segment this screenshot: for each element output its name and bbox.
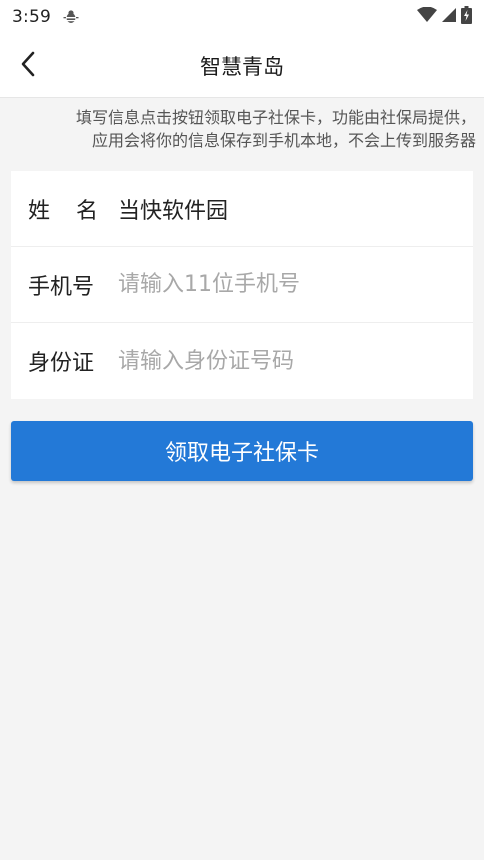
chevron-left-icon bbox=[20, 51, 36, 81]
form-card: 姓 名 手机号 身份证 bbox=[11, 171, 473, 399]
cellular-signal-icon bbox=[441, 7, 457, 27]
phone-input[interactable] bbox=[116, 264, 473, 305]
name-label-char-1: 姓 bbox=[28, 198, 51, 224]
app-bar: 智慧青岛 bbox=[0, 34, 484, 98]
form-row-name: 姓 名 bbox=[11, 171, 473, 247]
page-title: 智慧青岛 bbox=[200, 54, 284, 79]
get-social-security-card-button[interactable]: 领取电子社保卡 bbox=[11, 421, 473, 481]
status-time: 3:59 bbox=[12, 7, 51, 27]
id-card-label: 身份证 bbox=[28, 351, 95, 376]
back-button[interactable] bbox=[8, 46, 48, 86]
notice-line-2: 应用会将你的信息保存到手机本地，不会上传到服务器 bbox=[91, 131, 476, 150]
status-icons bbox=[417, 6, 472, 28]
name-input[interactable] bbox=[116, 188, 473, 229]
status-bar: 3:59 bbox=[0, 0, 484, 34]
name-label-char-2: 名 bbox=[75, 198, 98, 224]
id-card-input[interactable] bbox=[116, 341, 473, 381]
notice-line-1: 填写信息点击按钮领取电子社保卡，功能由社保局提供， bbox=[75, 108, 476, 127]
phone-label: 手机号 bbox=[28, 274, 95, 300]
name-label: 姓 名 bbox=[28, 193, 98, 225]
form-row-phone: 手机号 bbox=[11, 247, 473, 323]
battery-charging-icon bbox=[461, 6, 472, 28]
notice-text: 填写信息点击按钮领取电子社保卡，功能由社保局提供， 应用会将你的信息保存到手机本… bbox=[0, 106, 484, 152]
debug-bug-icon bbox=[63, 9, 79, 25]
form-row-id-card: 身份证 bbox=[11, 323, 473, 399]
wifi-icon bbox=[417, 6, 437, 27]
